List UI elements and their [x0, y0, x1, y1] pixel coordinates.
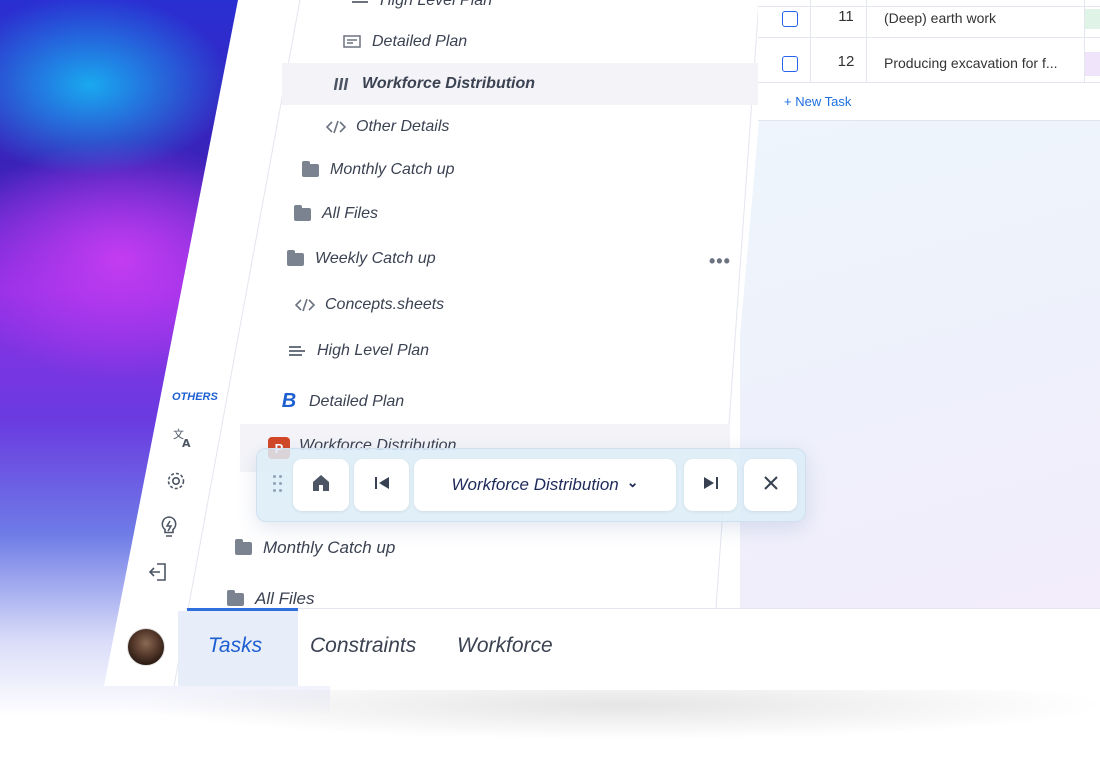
row-task-name: Producing excavation for f...	[884, 55, 1058, 71]
logout-icon[interactable]	[148, 561, 170, 588]
status-badge	[1085, 9, 1100, 29]
tree-item-label: All Files	[322, 205, 379, 222]
lines-icon	[350, 0, 370, 8]
tree-item-label: Weekly Catch up	[315, 250, 436, 267]
lightbulb-icon[interactable]	[158, 515, 180, 544]
window-shadow	[130, 690, 1100, 740]
tree-item-label: High Level Plan	[380, 0, 493, 9]
tab-tasks[interactable]: Tasks	[208, 634, 262, 658]
home-button[interactable]	[293, 459, 349, 511]
document-selector-dropdown[interactable]: Workforce Distribution ⌄	[414, 459, 676, 511]
more-options-icon[interactable]: •••	[709, 251, 731, 272]
tree-item-monthly-catch-up-2[interactable]: Monthly Catch up	[233, 538, 395, 558]
tree-item-label: Concepts.sheets	[325, 296, 445, 313]
row-checkbox[interactable]	[782, 56, 798, 72]
home-icon	[311, 473, 331, 498]
chevron-down-icon: ⌄	[626, 473, 639, 490]
skip-forward-button[interactable]	[684, 459, 737, 511]
close-icon	[762, 474, 780, 497]
folder-icon	[300, 160, 320, 177]
row-number: 12	[837, 53, 855, 70]
tree-item-label: Monthly Catch up	[330, 161, 455, 178]
tree-item-label: Workforce Distribution	[362, 75, 536, 92]
user-avatar[interactable]	[127, 628, 165, 666]
main-content-area	[740, 121, 1100, 608]
tree-item-monthly-catch-up[interactable]: Monthly Catch up	[300, 160, 455, 179]
tree-item-other-details[interactable]: Other Details	[326, 118, 449, 136]
tree-item-high-level-plan[interactable]: High Level Plan	[350, 0, 492, 10]
row-checkbox[interactable]	[782, 11, 798, 27]
tree-item-label: Monthly Catch up	[263, 538, 396, 557]
skip-forward-icon	[701, 473, 721, 498]
folder-icon	[225, 589, 245, 606]
close-button[interactable]	[744, 459, 797, 511]
tabbar-divider	[186, 608, 1100, 609]
settings-icon[interactable]	[165, 470, 187, 497]
floating-toolbar: Workforce Distribution ⌄	[256, 448, 806, 522]
code-icon	[326, 120, 346, 134]
tree-item-detailed-plan[interactable]: Detailed Plan	[342, 33, 467, 51]
tree-item-detailed-plan-2[interactable]: B Detailed Plan	[279, 390, 404, 413]
tree-item-workforce-distribution[interactable]: Workforce Distribution	[332, 75, 535, 93]
brand-b-icon: B	[281, 390, 297, 412]
tree-item-label: Other Details	[356, 118, 450, 135]
translate-icon[interactable]: 文A	[172, 427, 194, 454]
svg-text:A: A	[182, 437, 191, 449]
others-section-label: OTHERS	[172, 391, 218, 403]
tree-item-high-level-plan-2[interactable]: High Level Plan	[287, 342, 429, 360]
tree-item-concepts-sheets[interactable]: Concepts.sheets	[295, 296, 444, 314]
tab-workforce[interactable]: Workforce	[457, 634, 553, 658]
folder-icon	[292, 204, 312, 221]
tree-item-all-files[interactable]: All Files	[292, 204, 379, 223]
tree-item-label: All Files	[255, 589, 315, 608]
row-number: 11	[838, 8, 854, 25]
folder-icon	[233, 538, 253, 555]
new-task-button[interactable]: + New Task	[784, 94, 851, 109]
bars-icon	[332, 77, 352, 91]
code-icon	[295, 298, 315, 312]
tab-constraints[interactable]: Constraints	[310, 634, 416, 658]
active-tab-indicator	[187, 608, 298, 611]
tree-item-all-files-2[interactable]: All Files	[225, 589, 315, 609]
current-document-title: Workforce Distribution	[451, 475, 619, 494]
tree-item-weekly-catch-up[interactable]: Weekly Catch up	[285, 249, 436, 268]
table-row[interactable]: 12 Producing excavation for f...	[758, 45, 1100, 83]
row-task-name: (Deep) earth work	[884, 10, 997, 26]
lines-icon	[287, 344, 307, 358]
tree-item-label: Detailed Plan	[309, 392, 405, 410]
skip-back-icon	[372, 473, 392, 498]
drag-handle-icon[interactable]	[273, 475, 283, 495]
tree-item-label: High Level Plan	[317, 342, 430, 359]
tree-item-label: Detailed Plan	[372, 33, 468, 50]
skip-back-button[interactable]	[354, 459, 409, 511]
status-badge	[1085, 52, 1100, 76]
presentation-icon	[342, 34, 362, 50]
folder-icon	[285, 249, 305, 266]
